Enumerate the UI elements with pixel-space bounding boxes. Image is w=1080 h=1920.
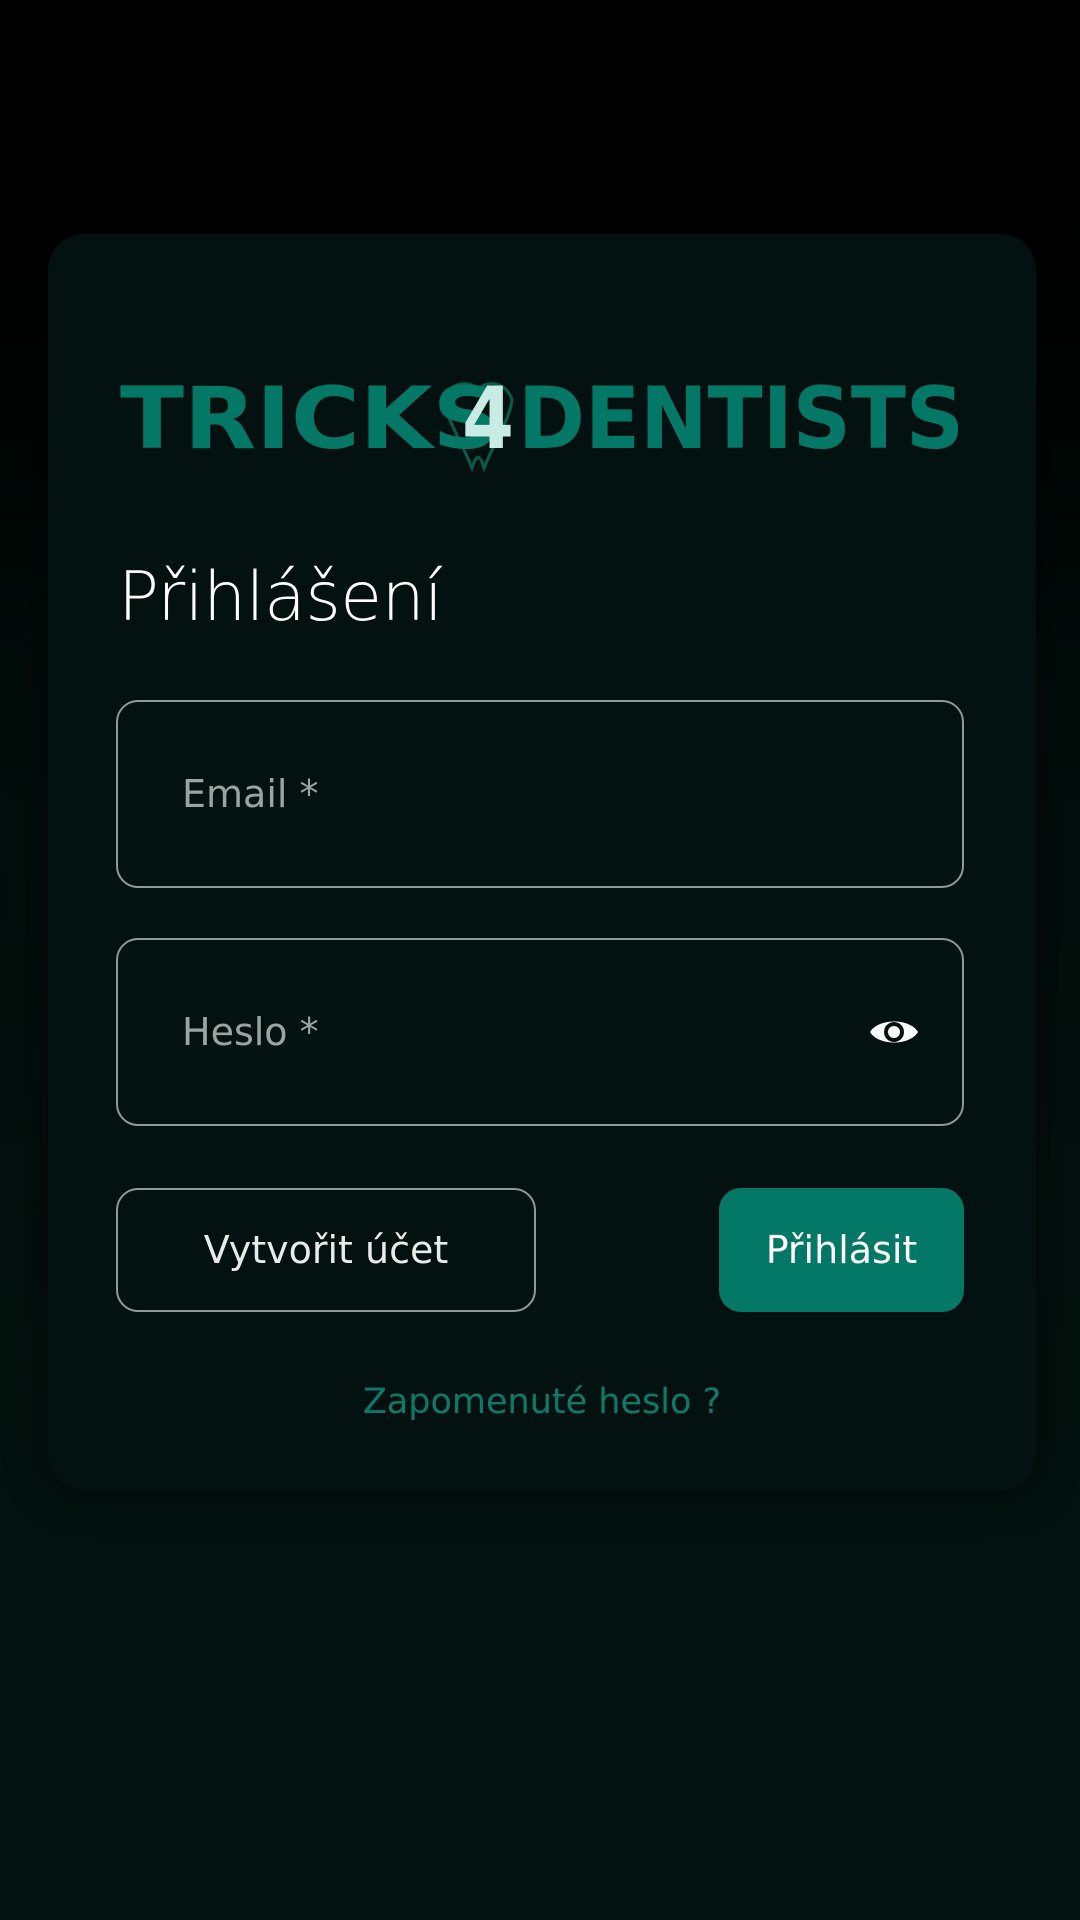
- login-button[interactable]: Přihlásit: [719, 1188, 964, 1312]
- logo-graphic: TRICKS 4 DENTISTS: [120, 369, 964, 473]
- email-placeholder: Email *: [182, 772, 319, 816]
- logo-text-digit: 4: [462, 369, 514, 469]
- eye-icon[interactable]: [868, 1006, 920, 1058]
- password-field[interactable]: Heslo *: [116, 938, 964, 1126]
- forgot-password-link[interactable]: Zapomenuté heslo ?: [48, 1382, 1036, 1422]
- logo-text-tricks: TRICKS: [120, 369, 500, 469]
- login-card: TRICKS 4 DENTISTS Přihlášení Email * Hes…: [48, 234, 1036, 1490]
- email-field[interactable]: Email *: [116, 700, 964, 888]
- brand-logo: TRICKS 4 DENTISTS: [48, 314, 1036, 474]
- password-placeholder: Heslo *: [182, 1010, 319, 1054]
- logo-text-dentists: DENTISTS: [518, 369, 964, 469]
- create-account-button[interactable]: Vytvořit účet: [116, 1188, 536, 1312]
- page-title: Přihlášení: [118, 558, 443, 637]
